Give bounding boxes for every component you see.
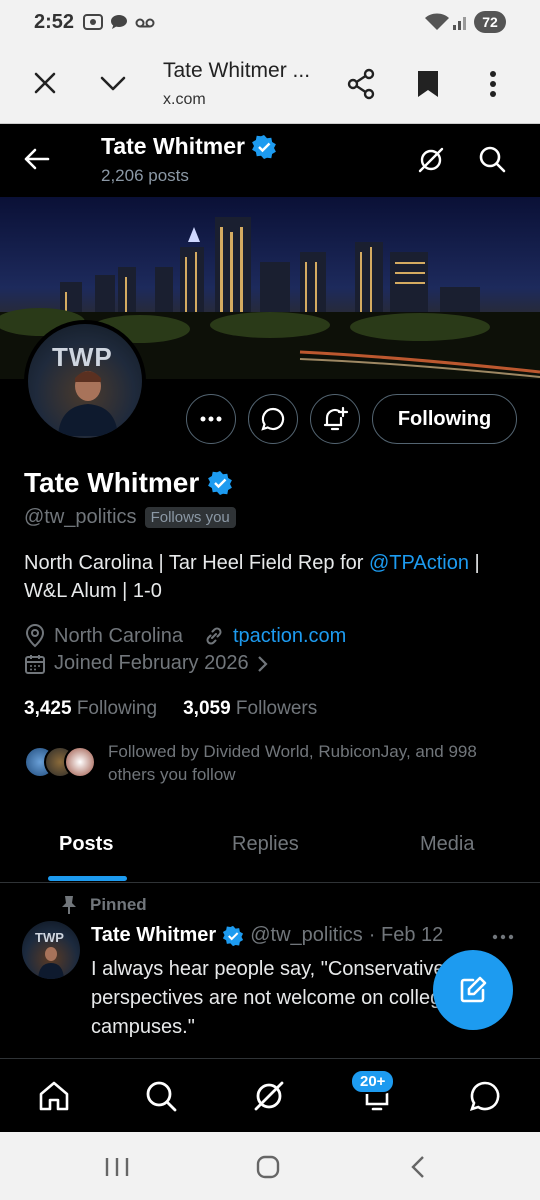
page-title: Tate Whitmer ...	[163, 59, 311, 82]
tab-replies[interactable]: Replies	[232, 833, 299, 856]
status-bar: 2:52 72	[0, 0, 540, 44]
more-horiz-icon	[200, 416, 222, 422]
header-name: Tate Whitmer	[101, 133, 277, 160]
search-icon[interactable]	[478, 145, 506, 173]
more-options-button[interactable]	[186, 394, 236, 444]
tweet-date: · Feb 12	[368, 924, 444, 946]
home-button-icon[interactable]	[256, 1155, 280, 1179]
search-icon[interactable]	[144, 1079, 178, 1113]
verified-badge-icon	[223, 925, 244, 946]
close-icon[interactable]	[34, 72, 56, 94]
back-button-icon[interactable]	[410, 1155, 426, 1179]
profile-location: North Carolina	[54, 624, 183, 647]
status-time: 2:52	[34, 11, 75, 33]
compose-post-button[interactable]	[433, 950, 513, 1030]
profile-tabs: Posts Replies Media	[0, 818, 540, 883]
compose-icon	[460, 976, 487, 1003]
bookmark-icon[interactable]	[417, 70, 439, 98]
bottom-navigation	[0, 1058, 540, 1132]
avatar	[64, 746, 96, 778]
verified-badge-icon	[252, 134, 276, 159]
tweet-text[interactable]: I always hear people say, "Conservative …	[91, 955, 461, 1045]
tweet-header: Tate Whitmer @tw_politics · Feb 12	[91, 924, 443, 947]
page-url: x.com	[163, 91, 206, 108]
notifications-badge: 20+	[350, 1069, 396, 1094]
active-tab-indicator	[48, 876, 127, 881]
message-button[interactable]	[248, 394, 298, 444]
avatar-logo-text: TWP	[35, 930, 64, 945]
profile-joined-row[interactable]: Joined February 2026	[24, 652, 269, 675]
following-button[interactable]: Following	[372, 394, 517, 444]
wifi-icon	[425, 13, 449, 30]
profile-avatar[interactable]: TWP	[24, 320, 146, 442]
following-count-link[interactable]: 3,425 Following	[24, 698, 157, 720]
profile-meta-row: North Carolina tpaction.com	[24, 624, 346, 648]
followed-by-avatars[interactable]	[24, 746, 96, 780]
tab-media[interactable]: Media	[420, 833, 474, 856]
share-icon[interactable]	[346, 68, 376, 100]
chevron-down-icon[interactable]	[100, 76, 126, 92]
follow-counts: 3,425 Following 3,059 Followers	[24, 698, 317, 720]
bell-plus-icon	[323, 406, 349, 431]
system-navigation-bar	[0, 1132, 540, 1200]
profile-bio: North Carolina | Tar Heel Field Rep for …	[24, 552, 480, 602]
location-pin-icon	[25, 624, 45, 648]
tweet-author-handle: @tw_politics	[250, 924, 363, 946]
profile-joined: Joined February 2026	[54, 652, 249, 674]
tweet-more-icon[interactable]	[492, 934, 514, 940]
notifications-subscribe-button[interactable]	[310, 394, 360, 444]
tweet-author-name[interactable]: Tate Whitmer	[91, 924, 216, 947]
status-icons	[82, 12, 156, 32]
calendar-icon	[25, 654, 45, 674]
verified-badge-icon	[208, 471, 233, 495]
voicemail-icon	[135, 18, 155, 28]
profile-website-link[interactable]: tpaction.com	[233, 625, 346, 648]
recent-apps-icon[interactable]	[104, 1156, 130, 1178]
message-bubble-icon	[261, 407, 285, 431]
bio-mention-link[interactable]: @TPAction	[369, 552, 469, 574]
chat-bubble-icon	[111, 15, 127, 29]
tab-posts[interactable]: Posts	[59, 833, 113, 856]
follows-you-badge: Follows you	[144, 507, 236, 528]
tweet-avatar[interactable]: TWP	[22, 921, 80, 979]
back-arrow-icon[interactable]	[22, 145, 50, 173]
signal-icon	[453, 17, 466, 30]
messages-icon[interactable]	[468, 1079, 502, 1113]
followers-count-link[interactable]: 3,059 Followers	[183, 698, 317, 720]
followed-by-text[interactable]: Followed by Divided World, RubiconJay, a…	[108, 740, 528, 786]
pin-icon	[62, 896, 76, 914]
avatar-person-image	[38, 947, 64, 979]
profile-handle-row: @tw_politics Follows you	[24, 506, 236, 529]
profile-name: Tate Whitmer	[24, 467, 233, 499]
chevron-right-icon	[257, 655, 268, 672]
pinned-label-row: Pinned	[60, 895, 147, 915]
more-vert-icon[interactable]	[488, 70, 498, 98]
grok-icon[interactable]	[416, 145, 446, 175]
screenshot-icon	[83, 14, 103, 30]
battery-indicator: 72	[474, 11, 506, 33]
browser-toolbar: Tate Whitmer ... x.com	[0, 44, 540, 124]
profile-handle: @tw_politics	[24, 506, 137, 528]
home-icon[interactable]	[37, 1079, 71, 1113]
grok-icon[interactable]	[252, 1079, 286, 1113]
link-icon	[206, 627, 222, 645]
avatar-person-image	[58, 371, 118, 436]
header-post-count: 2,206 posts	[101, 166, 189, 185]
